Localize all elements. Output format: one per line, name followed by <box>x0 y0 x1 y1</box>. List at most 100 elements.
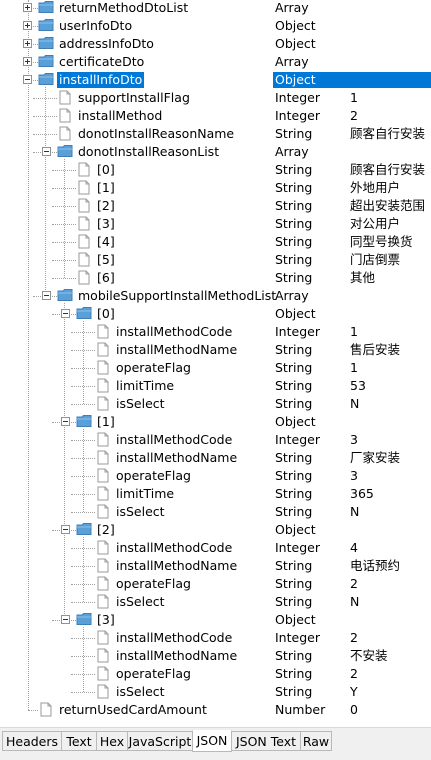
collapse-toggle-icon[interactable] <box>61 615 70 624</box>
tree-node-leaf[interactable]: limitTime String 53 <box>0 377 431 395</box>
tree-node-folder[interactable]: mobileSupportInstallMethodList Array <box>0 287 431 305</box>
tab-javascript[interactable]: JavaScript <box>127 731 193 751</box>
tree-node-leaf[interactable]: installMethodName String 售后安装 <box>0 341 431 359</box>
file-icon <box>95 324 111 339</box>
folder-icon <box>57 144 73 159</box>
tree-node-leaf[interactable]: donotInstallReasonName String 顾客自行安装 <box>0 125 431 143</box>
collapse-toggle-icon[interactable] <box>61 525 70 534</box>
node-value: 顾客自行安装 <box>350 162 426 177</box>
node-name: installMethodName <box>116 342 238 357</box>
collapse-toggle-icon[interactable] <box>61 417 70 426</box>
file-icon <box>95 342 111 357</box>
tree-node-leaf[interactable]: supportInstallFlag Integer 1 <box>0 89 431 107</box>
file-icon <box>76 198 92 213</box>
collapse-toggle-icon[interactable] <box>61 309 70 318</box>
node-name: returnMethodDtoList <box>59 0 189 15</box>
node-type: String <box>275 594 313 609</box>
tab-headers[interactable]: Headers <box>2 731 62 751</box>
node-type: Object <box>275 306 316 321</box>
tree-node-folder[interactable]: [2] Object <box>0 521 431 539</box>
tree-node-leaf[interactable]: installMethodCode Integer 4 <box>0 539 431 557</box>
tree-node-leaf[interactable]: installMethodName String 电话预约 <box>0 557 431 575</box>
tree-node-folder[interactable]: userInfoDto Object <box>0 17 431 35</box>
node-value: 厂家安装 <box>350 450 401 465</box>
node-value: 3 <box>350 432 358 447</box>
tab-raw[interactable]: Raw <box>300 731 332 751</box>
tree-node-leaf[interactable]: operateFlag String 2 <box>0 665 431 683</box>
tree-node-leaf[interactable]: [5] String 门店倒票 <box>0 251 431 269</box>
tree-node-folder[interactable]: [3] Object <box>0 611 431 629</box>
tab-json-text[interactable]: JSON Text <box>231 731 301 751</box>
expand-toggle-icon[interactable] <box>23 39 32 48</box>
tab-text[interactable]: Text <box>61 731 97 751</box>
tree-node-leaf[interactable]: installMethodName String 厂家安装 <box>0 449 431 467</box>
file-icon <box>95 558 111 573</box>
folder-icon <box>76 306 92 321</box>
expand-toggle-icon[interactable] <box>23 57 32 66</box>
collapse-toggle-icon[interactable] <box>42 147 51 156</box>
node-name: operateFlag <box>116 576 191 591</box>
node-type: Integer <box>275 90 320 105</box>
tree-node-leaf[interactable]: isSelect String N <box>0 503 431 521</box>
tab-hex[interactable]: Hex <box>96 731 128 751</box>
tree-node-folder[interactable]: [1] Object <box>0 413 431 431</box>
tree-node-folder[interactable]: addressInfoDto Object <box>0 35 431 53</box>
node-type: Object <box>275 522 316 537</box>
file-icon <box>95 576 111 591</box>
tree-node-leaf[interactable]: [0] String 顾客自行安装 <box>0 161 431 179</box>
node-type: String <box>275 126 313 141</box>
tree-node-leaf[interactable]: [6] String 其他 <box>0 269 431 287</box>
node-name: [2] <box>97 198 115 213</box>
tab-json[interactable]: JSON <box>192 730 232 752</box>
tree-node-folder[interactable]: certificateDto Array <box>0 53 431 71</box>
file-icon <box>95 504 111 519</box>
tree-node-leaf[interactable]: isSelect String N <box>0 395 431 413</box>
tree-node-folder[interactable]: [0] Object <box>0 305 431 323</box>
tree-node-leaf[interactable]: operateFlag String 3 <box>0 467 431 485</box>
node-type: String <box>275 450 313 465</box>
expand-toggle-icon[interactable] <box>23 3 32 12</box>
node-type: Number <box>275 702 326 717</box>
node-type: String <box>275 486 313 501</box>
tree-node-folder[interactable]: donotInstallReasonList Array <box>0 143 431 161</box>
tree-node-leaf[interactable]: operateFlag String 1 <box>0 359 431 377</box>
expand-toggle-icon[interactable] <box>23 21 32 30</box>
node-name: mobileSupportInstallMethodList <box>78 288 277 303</box>
tree-node-folder[interactable]: installInfoDto Object <box>0 71 431 89</box>
folder-icon <box>76 612 92 627</box>
node-value: 3 <box>350 468 358 483</box>
tree-node-leaf[interactable]: installMethodName String 不安装 <box>0 647 431 665</box>
file-icon <box>95 360 111 375</box>
node-name: operateFlag <box>116 666 191 681</box>
tree-node-leaf[interactable]: installMethodCode Integer 1 <box>0 323 431 341</box>
folder-icon <box>38 54 54 69</box>
node-value: 不安装 <box>350 648 388 663</box>
node-name: [3] <box>97 216 115 231</box>
tree-node-leaf[interactable]: isSelect String Y <box>0 683 431 701</box>
node-name: isSelect <box>116 594 165 609</box>
tree-node-leaf[interactable]: installMethodCode Integer 2 <box>0 629 431 647</box>
tree-node-leaf[interactable]: installMethod Integer 2 <box>0 107 431 125</box>
collapse-toggle-icon[interactable] <box>23 75 32 84</box>
tree-node-leaf[interactable]: [3] String 对公用户 <box>0 215 431 233</box>
node-type: String <box>275 558 313 573</box>
node-name: [2] <box>97 522 115 537</box>
collapse-toggle-icon[interactable] <box>42 291 51 300</box>
tree-node-leaf[interactable]: operateFlag String 2 <box>0 575 431 593</box>
node-name: installMethodName <box>116 450 238 465</box>
tree-node-leaf[interactable]: isSelect String N <box>0 593 431 611</box>
tree-node-folder[interactable]: returnMethodDtoList Array <box>0 0 431 17</box>
tree-node-leaf[interactable]: limitTime String 365 <box>0 485 431 503</box>
tree-node-leaf[interactable]: returnUsedCardAmount Number 0 <box>0 701 431 719</box>
tree-node-leaf[interactable]: [2] String 超出安装范围 <box>0 197 431 215</box>
tree-node-leaf[interactable]: installMethodCode Integer 3 <box>0 431 431 449</box>
node-name: installMethod <box>78 108 163 123</box>
tree-node-leaf[interactable]: [1] String 外地用户 <box>0 179 431 197</box>
file-icon <box>95 594 111 609</box>
node-type: Integer <box>275 324 320 339</box>
json-tree-view[interactable]: returnMethodDtoList Array userInfoDto Objec… <box>0 0 431 727</box>
tree-node-leaf[interactable]: [4] String 同型号换货 <box>0 233 431 251</box>
node-name: installMethodName <box>116 558 238 573</box>
node-type: Array <box>275 0 309 15</box>
node-type: String <box>275 252 313 267</box>
